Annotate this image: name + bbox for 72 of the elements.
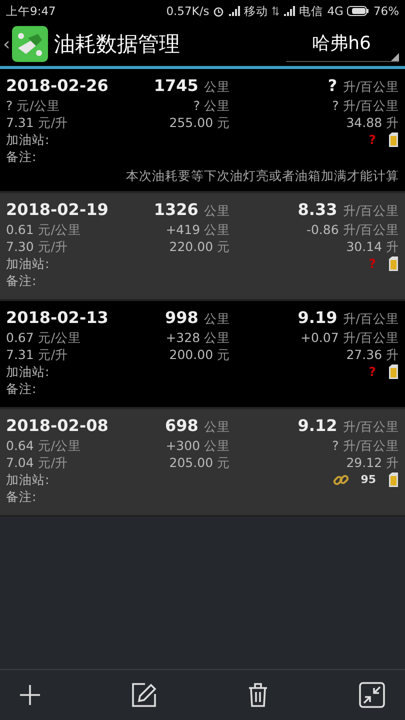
consumption-change: ? 升/百公里 xyxy=(331,437,399,454)
fuel-price: 7.30 元/升 xyxy=(6,238,70,255)
collapse-button[interactable] xyxy=(357,680,387,710)
distance-driven: +328 公里 xyxy=(164,329,230,346)
back-button[interactable]: ‹ xyxy=(3,34,10,54)
add-button[interactable] xyxy=(17,682,43,708)
notes-label: 备注: xyxy=(6,148,38,165)
station-label: 加油站: xyxy=(6,363,50,380)
fuel-volume: 29.12 升 xyxy=(345,454,399,471)
fuel-price: 7.04 元/升 xyxy=(6,454,70,471)
consumption-change: ? 升/百公里 xyxy=(331,97,399,114)
fuel-volume: 34.88 升 xyxy=(345,114,399,131)
fuel-cost: 200.00 元 xyxy=(168,346,230,363)
distance-driven: +419 公里 xyxy=(164,221,230,238)
odometer-reading: 1745 公里 xyxy=(152,75,230,97)
fuel-grade: 95 xyxy=(360,472,376,488)
fuel-consumption: 8.33 升/百公里 xyxy=(296,199,399,221)
record-date: 2018-02-19 xyxy=(6,199,106,221)
carrier-name: 移动 xyxy=(244,4,268,18)
distance-driven: +300 公里 xyxy=(164,437,230,454)
edit-icon xyxy=(131,682,157,708)
signal-icon xyxy=(228,6,240,16)
add-icon xyxy=(19,684,41,706)
fuel-volume: 27.36 升 xyxy=(345,346,399,363)
record-date: 2018-02-26 xyxy=(6,75,106,97)
collapse-icon xyxy=(359,682,385,708)
data-arrows-icon xyxy=(272,6,280,16)
vehicle-dropdown[interactable]: 哈弗h6 xyxy=(286,26,399,62)
notes-label: 备注: xyxy=(6,272,38,289)
distance-driven: ? 公里 xyxy=(192,97,230,114)
fuel-consumption: 9.19 升/百公里 xyxy=(296,307,399,329)
trash-icon xyxy=(247,682,269,708)
battery-icon xyxy=(347,6,370,16)
network-speed: 0.57K/s xyxy=(166,4,210,18)
clock: 上午9:47 xyxy=(6,4,56,18)
odometer-reading: 1326 公里 xyxy=(152,199,230,221)
fuel-price: 7.31 元/升 xyxy=(6,346,70,363)
consumption-change: +0.07 升/百公里 xyxy=(300,329,399,346)
cost-per-km: ? 元/公里 xyxy=(6,97,61,114)
fuel-price: 7.31 元/升 xyxy=(6,114,70,131)
cost-per-km: 0.61 元/公里 xyxy=(6,221,82,238)
fuel-cost: 255.00 元 xyxy=(168,114,230,131)
unknown-marker: ? xyxy=(368,255,376,272)
odometer-reading: 698 公里 xyxy=(164,415,230,437)
fuel-consumption: 9.12 升/百公里 xyxy=(296,415,399,437)
dropdown-arrow-icon xyxy=(391,52,399,60)
notes-label: 备注: xyxy=(6,488,38,505)
station-label: 加油站: xyxy=(6,131,50,148)
unknown-marker: ? xyxy=(368,363,376,380)
consumption-change: -0.86 升/百公里 xyxy=(305,221,399,238)
app-title: 油耗数据管理 xyxy=(54,31,182,58)
fuel-cost: 205.00 元 xyxy=(168,454,230,471)
carrier-name: 电信 xyxy=(299,4,324,18)
fuel-volume: 30.14 升 xyxy=(345,238,399,255)
app-icon xyxy=(12,26,48,62)
notes-label: 备注: xyxy=(6,380,38,397)
network-type: 4G xyxy=(327,4,344,18)
station-label: 加油站: xyxy=(6,255,50,272)
cost-per-km: 0.67 元/公里 xyxy=(6,329,82,346)
unknown-marker: ? xyxy=(368,131,376,148)
signal-icon xyxy=(283,6,296,16)
cost-per-km: 0.64 元/公里 xyxy=(6,437,82,454)
station-label: 加油站: xyxy=(6,471,50,488)
record-date: 2018-02-13 xyxy=(6,307,106,329)
alarm-icon xyxy=(213,6,224,16)
odometer-reading: 998 公里 xyxy=(164,307,230,329)
record-date: 2018-02-08 xyxy=(6,415,106,437)
record-note: 本次油耗要等下次油灯亮或者油箱加满才能计算 xyxy=(125,168,399,185)
fuel-consumption: ? 升/百公里 xyxy=(326,75,399,97)
battery-level: 76% xyxy=(373,4,399,18)
fuel-cost: 220.00 元 xyxy=(168,238,230,255)
edit-button[interactable] xyxy=(129,680,159,710)
